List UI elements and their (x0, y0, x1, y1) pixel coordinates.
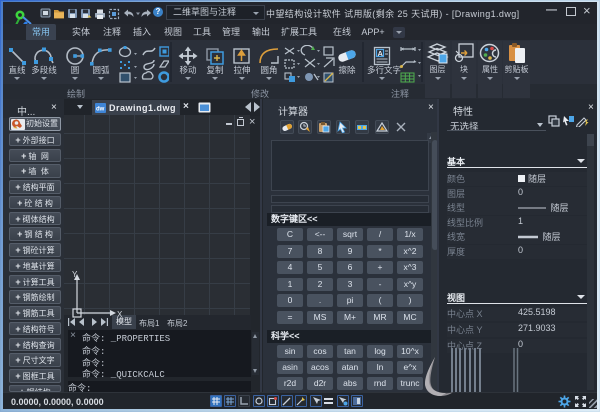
svg-text:X: X (117, 310, 123, 319)
svg-text:A: A (378, 49, 384, 58)
svg-text:dw: dw (96, 107, 105, 113)
svg-text:Y: Y (72, 270, 78, 279)
